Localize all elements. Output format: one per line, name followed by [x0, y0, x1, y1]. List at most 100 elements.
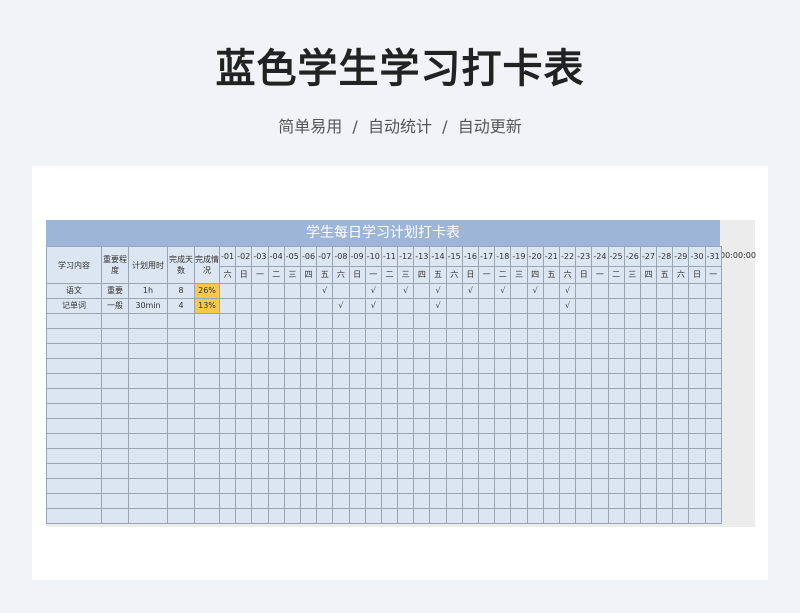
empty-cell[interactable]: [101, 358, 129, 374]
empty-cell[interactable]: [526, 418, 544, 434]
day-header[interactable]: -28: [656, 246, 674, 267]
day-header[interactable]: -27: [639, 246, 658, 267]
empty-cell[interactable]: [704, 418, 722, 434]
empty-cell[interactable]: [235, 328, 253, 344]
empty-cell[interactable]: [429, 448, 447, 464]
empty-cell[interactable]: [299, 343, 318, 359]
day-header[interactable]: -13: [413, 246, 431, 267]
day-cell[interactable]: [542, 283, 560, 299]
empty-cell[interactable]: [704, 388, 722, 404]
empty-cell[interactable]: [332, 508, 350, 524]
day-cell[interactable]: [656, 283, 674, 299]
empty-cell[interactable]: [607, 313, 625, 329]
empty-cell[interactable]: [510, 343, 528, 359]
day-header[interactable]: -25: [607, 246, 625, 267]
empty-cell[interactable]: [167, 403, 195, 419]
empty-cell[interactable]: [218, 433, 237, 449]
empty-cell[interactable]: [348, 478, 366, 494]
empty-cell[interactable]: [591, 358, 609, 374]
empty-cell[interactable]: [283, 388, 301, 404]
empty-cell[interactable]: [623, 358, 641, 374]
empty-cell[interactable]: [251, 478, 269, 494]
empty-cell[interactable]: [267, 373, 285, 389]
empty-cell[interactable]: [445, 478, 463, 494]
empty-cell[interactable]: [477, 418, 496, 434]
empty-cell[interactable]: [542, 508, 560, 524]
empty-cell[interactable]: [283, 343, 301, 359]
empty-cell[interactable]: [591, 478, 609, 494]
empty-cell[interactable]: [167, 343, 195, 359]
empty-cell[interactable]: [194, 313, 220, 329]
empty-cell[interactable]: [218, 403, 237, 419]
day-header[interactable]: -31: [704, 246, 722, 267]
empty-cell[interactable]: [526, 508, 544, 524]
weekday-header[interactable]: 六: [558, 266, 577, 284]
empty-cell[interactable]: [656, 328, 674, 344]
empty-cell[interactable]: [380, 343, 399, 359]
empty-cell[interactable]: [623, 433, 641, 449]
empty-cell[interactable]: [575, 403, 593, 419]
empty-cell[interactable]: [494, 343, 512, 359]
cell-status[interactable]: 13%: [194, 298, 220, 314]
check-cell[interactable]: √: [397, 283, 415, 299]
empty-cell[interactable]: [101, 478, 129, 494]
empty-cell[interactable]: [558, 358, 577, 374]
day-cell[interactable]: [688, 283, 706, 299]
empty-cell[interactable]: [558, 493, 577, 509]
empty-cell[interactable]: [429, 418, 447, 434]
day-cell[interactable]: [283, 283, 301, 299]
empty-cell[interactable]: [397, 448, 415, 464]
empty-cell[interactable]: [656, 343, 674, 359]
empty-cell[interactable]: [194, 343, 220, 359]
empty-cell[interactable]: [299, 448, 318, 464]
empty-cell[interactable]: [526, 313, 544, 329]
day-cell[interactable]: [704, 298, 722, 314]
day-header[interactable]: -07: [316, 246, 334, 267]
empty-cell[interactable]: [283, 493, 301, 509]
day-header[interactable]: -02: [235, 246, 253, 267]
empty-cell[interactable]: [128, 433, 168, 449]
header-status[interactable]: 完成情况: [194, 246, 220, 284]
empty-cell[interactable]: [623, 493, 641, 509]
day-cell[interactable]: [461, 298, 480, 314]
weekday-header[interactable]: 一: [251, 266, 269, 284]
empty-cell[interactable]: [46, 328, 102, 344]
empty-cell[interactable]: [380, 493, 399, 509]
empty-cell[interactable]: [591, 508, 609, 524]
empty-cell[interactable]: [101, 373, 129, 389]
empty-cell[interactable]: [167, 418, 195, 434]
empty-cell[interactable]: [413, 343, 431, 359]
empty-cell[interactable]: [128, 493, 168, 509]
empty-cell[interactable]: [558, 388, 577, 404]
empty-cell[interactable]: [332, 403, 350, 419]
empty-cell[interactable]: [688, 448, 706, 464]
empty-cell[interactable]: [332, 358, 350, 374]
check-cell[interactable]: √: [558, 283, 577, 299]
weekday-header[interactable]: 一: [591, 266, 609, 284]
empty-cell[interactable]: [461, 358, 480, 374]
empty-cell[interactable]: [348, 493, 366, 509]
empty-cell[interactable]: [46, 373, 102, 389]
empty-cell[interactable]: [591, 403, 609, 419]
weekday-header[interactable]: 三: [283, 266, 301, 284]
empty-cell[interactable]: [167, 388, 195, 404]
empty-cell[interactable]: [299, 328, 318, 344]
empty-cell[interactable]: [656, 358, 674, 374]
empty-cell[interactable]: [623, 373, 641, 389]
empty-cell[interactable]: [348, 313, 366, 329]
empty-cell[interactable]: [639, 388, 658, 404]
day-cell[interactable]: [494, 298, 512, 314]
empty-cell[interactable]: [348, 343, 366, 359]
empty-cell[interactable]: [167, 463, 195, 479]
empty-cell[interactable]: [218, 478, 237, 494]
empty-cell[interactable]: [364, 448, 382, 464]
empty-cell[interactable]: [235, 313, 253, 329]
empty-cell[interactable]: [672, 433, 690, 449]
empty-cell[interactable]: [332, 463, 350, 479]
empty-cell[interactable]: [656, 448, 674, 464]
empty-cell[interactable]: [639, 403, 658, 419]
header-content[interactable]: 学习内容: [46, 246, 102, 284]
empty-cell[interactable]: [461, 478, 480, 494]
empty-cell[interactable]: [332, 313, 350, 329]
empty-cell[interactable]: [526, 343, 544, 359]
